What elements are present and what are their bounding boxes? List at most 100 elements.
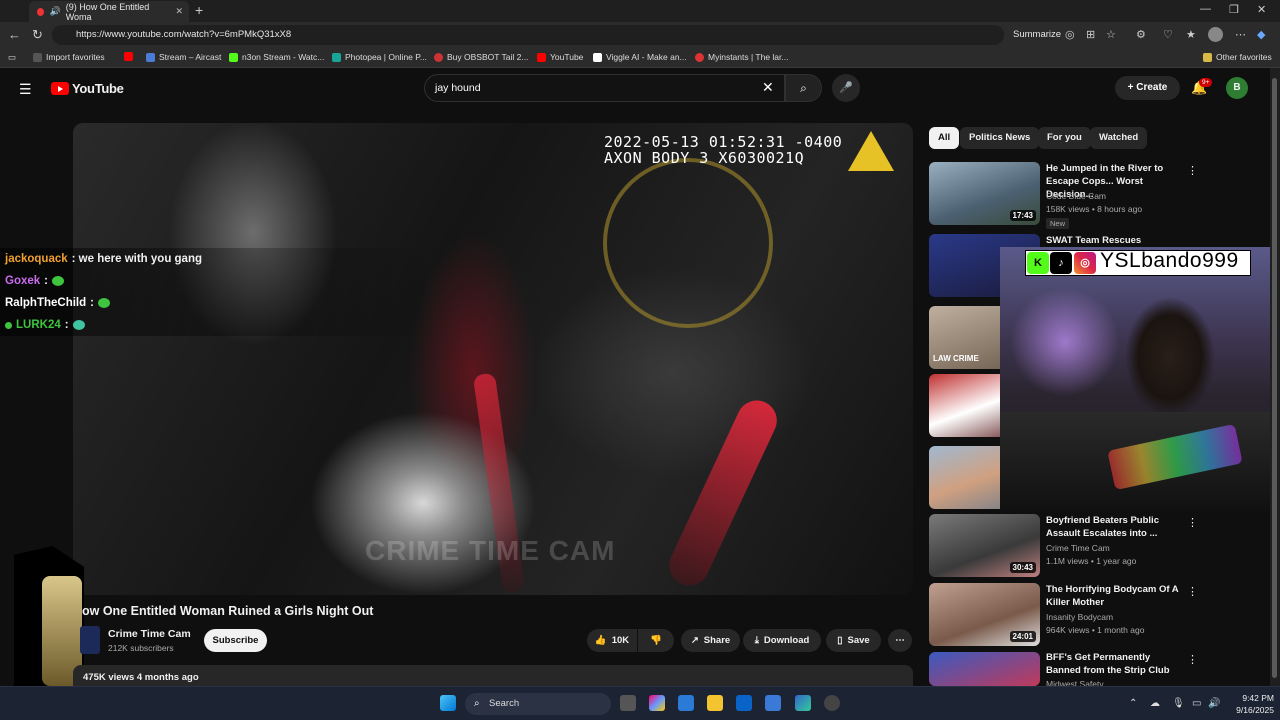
- share-button[interactable]: ↗ Share: [681, 629, 740, 652]
- task-view-icon[interactable]: [620, 695, 636, 711]
- read-aloud-icon[interactable]: ◎: [1065, 28, 1075, 41]
- clear-search-icon[interactable]: ✕: [762, 79, 774, 96]
- edge-icon[interactable]: [795, 695, 811, 711]
- chip-for-you[interactable]: For you: [1038, 127, 1091, 149]
- recommendation-thumbnail[interactable]: 24:01: [929, 583, 1040, 646]
- more-actions-button[interactable]: ⋯: [888, 629, 912, 652]
- copilot-icon[interactable]: ◆: [1257, 28, 1265, 41]
- more-menu-icon[interactable]: ⋯: [1235, 28, 1246, 41]
- taskbar-search[interactable]: Search: [465, 693, 611, 715]
- speaker-icon[interactable]: 🔊: [49, 6, 60, 17]
- bookmark-item[interactable]: [124, 52, 133, 61]
- taskbar-clock[interactable]: 9:42 PM 9/16/2025: [1224, 692, 1274, 716]
- channel-avatar[interactable]: [80, 626, 100, 654]
- save-button[interactable]: ▯ Save: [826, 629, 881, 652]
- like-button[interactable]: 👍 10K: [587, 629, 637, 652]
- bookmark-item[interactable]: Viggle AI - Make an...: [593, 52, 687, 62]
- subscribe-button[interactable]: Subscribe: [204, 629, 267, 652]
- streamer-webcam: [1000, 247, 1280, 512]
- voice-search-button[interactable]: 🎤: [832, 74, 860, 102]
- bookmark-item[interactable]: Stream – Aircast: [146, 52, 221, 62]
- back-icon[interactable]: ←: [8, 27, 21, 42]
- video-player[interactable]: 2022-05-13 01:52:31 -0400 AXON BODY 3 X6…: [73, 123, 913, 595]
- outlook-icon[interactable]: [736, 695, 752, 711]
- store-icon[interactable]: [678, 695, 694, 711]
- youtube-favicon: [537, 52, 546, 62]
- recommendation-title[interactable]: The Horrifying Bodycam Of A Killer Mothe…: [1046, 583, 1186, 609]
- more-vert-icon[interactable]: ⋮: [1187, 164, 1198, 177]
- recommendation-channel[interactable]: Insanity Bodycam: [1046, 612, 1113, 622]
- volume-icon[interactable]: 🔊: [1208, 698, 1220, 709]
- favorite-star-icon[interactable]: ☆: [1106, 28, 1116, 41]
- url-field[interactable]: https://www.youtube.com/watch?v=6mPMkQ31…: [52, 25, 1004, 45]
- new-tab-icon[interactable]: +: [195, 2, 203, 18]
- recommendation-thumbnail[interactable]: 17:43: [929, 162, 1040, 225]
- bookmark-item[interactable]: Import favorites: [33, 52, 105, 62]
- video-duration: 30:43: [1009, 562, 1036, 573]
- recommendation-meta: 964K views • 1 month ago: [1046, 625, 1145, 635]
- summarize-button[interactable]: Summarize: [1013, 29, 1061, 40]
- browser-tab[interactable]: 🔊 (9) How One Entitled Woma ✕: [29, 1, 189, 22]
- chat-username: LURK24: [16, 319, 61, 331]
- apps-icon[interactable]: ⊞: [1086, 28, 1095, 41]
- folder-icon: [1203, 52, 1212, 62]
- file-explorer-icon[interactable]: [707, 695, 723, 711]
- thumbs-up-icon: 👍: [594, 635, 607, 646]
- chip-all[interactable]: All: [929, 127, 960, 149]
- sidebar-toggle-icon[interactable]: ▭: [8, 52, 16, 63]
- copilot-icon[interactable]: [649, 695, 665, 711]
- chip-watched[interactable]: Watched: [1090, 127, 1148, 149]
- bookmark-item[interactable]: Buy OBSBOT Tail 2...: [434, 52, 528, 62]
- extensions-icon[interactable]: ⚙: [1136, 28, 1146, 41]
- video-watermark: CRIME TIME CAM: [365, 535, 616, 566]
- recommendation-channel[interactable]: Crime Time Cam: [1046, 543, 1110, 553]
- download-button[interactable]: ⤓ Download: [743, 629, 821, 652]
- chat-text: :: [64, 319, 69, 331]
- profile-icon[interactable]: [1208, 27, 1223, 42]
- user-avatar[interactable]: B: [1226, 77, 1248, 99]
- recommendation-thumbnail[interactable]: 30:43: [929, 514, 1040, 577]
- favorites-icon[interactable]: ★: [1186, 28, 1196, 41]
- channel-name[interactable]: Crime Time Cam: [108, 628, 191, 640]
- recommendation-thumbnail[interactable]: [929, 652, 1040, 686]
- restore-icon[interactable]: ❐: [1229, 3, 1239, 16]
- menu-icon[interactable]: ☰: [19, 81, 32, 98]
- other-favorites[interactable]: Other favorites: [1203, 52, 1272, 62]
- refresh-icon[interactable]: ↻: [32, 27, 43, 43]
- more-vert-icon[interactable]: ⋮: [1187, 585, 1198, 598]
- close-tab-icon[interactable]: ✕: [175, 6, 183, 17]
- recommendation-channel[interactable]: Code Blue Cam: [1046, 191, 1106, 201]
- recommendation-title[interactable]: BFF's Get Permanently Banned from the St…: [1046, 651, 1186, 677]
- search-button[interactable]: ⌕: [785, 74, 822, 102]
- recommendation-title[interactable]: Boyfriend Beaters Public Assault Escalat…: [1046, 514, 1186, 540]
- bookmark-item[interactable]: Photopea | Online P...: [332, 52, 427, 62]
- chip-politics-news[interactable]: Politics News: [960, 127, 1040, 149]
- youtube-header: ☰ YouTube jay hound ✕ ⌕ 🎤 + Create 🔔 9+ …: [0, 68, 1270, 108]
- photos-icon[interactable]: [765, 695, 781, 711]
- recording-icon: [37, 7, 45, 16]
- tray-chevron-icon[interactable]: ⌃: [1129, 698, 1137, 709]
- bookmark-item[interactable]: n3on Stream - Watc...: [229, 52, 324, 62]
- browser-essentials-icon[interactable]: ♡: [1163, 28, 1173, 41]
- more-vert-icon[interactable]: ⋮: [1187, 653, 1198, 666]
- clock-time: 9:42 PM: [1242, 693, 1274, 703]
- create-button[interactable]: + Create: [1115, 76, 1180, 100]
- youtube-logo[interactable]: YouTube: [51, 81, 124, 96]
- search-input[interactable]: jay hound: [424, 74, 785, 102]
- video-duration: 17:43: [1009, 210, 1036, 221]
- display-icon[interactable]: ▭: [1192, 698, 1201, 709]
- minimize-icon[interactable]: —: [1200, 3, 1211, 15]
- obs-icon[interactable]: [824, 695, 840, 711]
- tray-app-icon[interactable]: ☁: [1150, 698, 1160, 709]
- emote-icon: [72, 320, 85, 330]
- start-icon[interactable]: [440, 695, 456, 711]
- bookmark-item[interactable]: Myinstants | The lar...: [695, 52, 788, 62]
- microphone-icon[interactable]: 🎙: [1172, 698, 1185, 709]
- bookmark-item[interactable]: YouTube: [537, 52, 583, 62]
- scrollbar-thumb[interactable]: [1272, 78, 1277, 678]
- neon-light: [1010, 287, 1120, 397]
- dislike-button[interactable]: 👎: [638, 629, 674, 652]
- recommendation-channel[interactable]: Midwest Safety: [1046, 679, 1104, 686]
- close-window-icon[interactable]: ✕: [1257, 3, 1266, 16]
- more-vert-icon[interactable]: ⋮: [1187, 516, 1198, 529]
